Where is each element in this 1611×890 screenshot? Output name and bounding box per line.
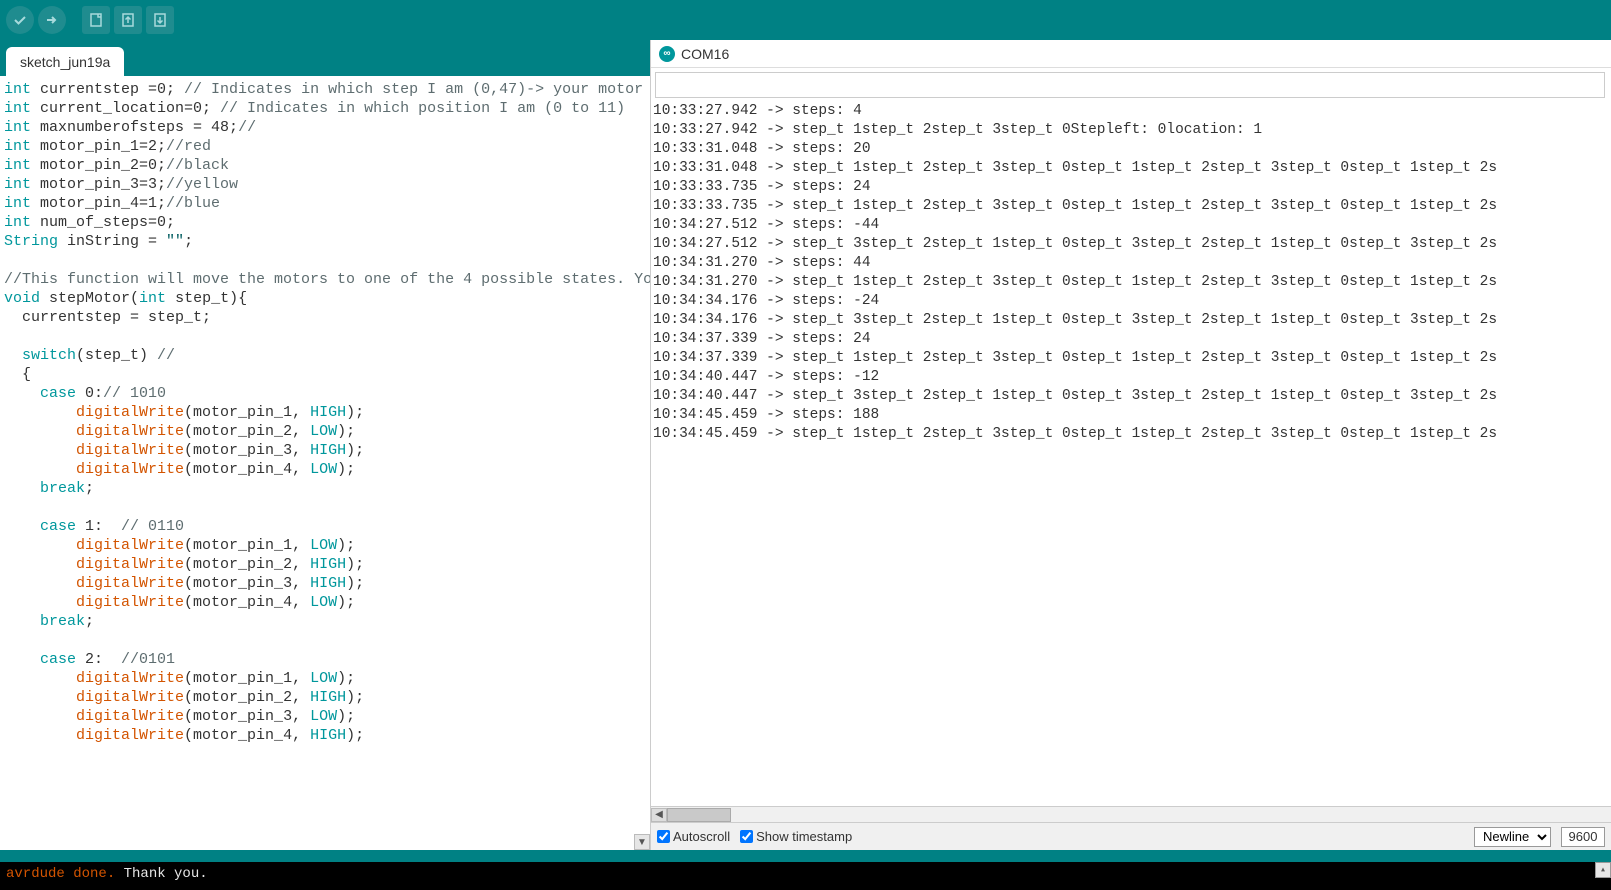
autoscroll-input[interactable] bbox=[657, 830, 670, 843]
new-sketch-button[interactable] bbox=[82, 6, 110, 34]
editor-pane: sketch_jun19a int currentstep =0; // Ind… bbox=[0, 40, 650, 850]
serial-send-input[interactable] bbox=[655, 72, 1605, 98]
verify-button[interactable] bbox=[6, 6, 34, 34]
line-ending-select[interactable]: Newline bbox=[1474, 827, 1551, 847]
status-bar bbox=[0, 850, 1611, 862]
serial-monitor-titlebar: ∞ COM16 bbox=[651, 40, 1611, 68]
timestamp-input[interactable] bbox=[740, 830, 753, 843]
autoscroll-checkbox[interactable]: Autoscroll bbox=[657, 829, 730, 844]
console-scroll-up[interactable]: ▴ bbox=[1595, 862, 1611, 878]
tab-bar: sketch_jun19a bbox=[0, 40, 650, 76]
serial-log[interactable]: 10:33:27.942 -> steps: 4 10:33:27.942 ->… bbox=[651, 102, 1611, 806]
upload-button[interactable] bbox=[38, 6, 66, 34]
baud-rate-select[interactable]: 9600 bbox=[1561, 827, 1605, 847]
serial-monitor-pane: ∞ COM16 10:33:27.942 -> steps: 4 10:33:2… bbox=[650, 40, 1611, 850]
serial-footer: Autoscroll Show timestamp Newline 9600 bbox=[651, 822, 1611, 850]
main-area: sketch_jun19a int currentstep =0; // Ind… bbox=[0, 40, 1611, 850]
arduino-icon: ∞ bbox=[659, 46, 675, 62]
autoscroll-label: Autoscroll bbox=[673, 829, 730, 844]
editor-wrap: int currentstep =0; // Indicates in whic… bbox=[0, 76, 650, 850]
editor-scroll-down[interactable]: ▼ bbox=[634, 834, 650, 850]
serial-hscrollbar[interactable]: ◀ bbox=[651, 806, 1611, 822]
open-sketch-button[interactable] bbox=[114, 6, 142, 34]
output-console[interactable]: avrdude done. Thank you. ▴ bbox=[0, 862, 1611, 890]
code-editor[interactable]: int currentstep =0; // Indicates in whic… bbox=[0, 76, 650, 850]
sketch-tab[interactable]: sketch_jun19a bbox=[6, 47, 124, 76]
hscroll-left[interactable]: ◀ bbox=[651, 808, 667, 822]
toolbar bbox=[0, 0, 1611, 40]
console-avrdude: avrdude done. bbox=[6, 866, 115, 882]
console-thankyou: Thank you. bbox=[115, 866, 207, 882]
serial-port-label: COM16 bbox=[681, 46, 729, 62]
timestamp-label: Show timestamp bbox=[756, 829, 852, 844]
save-sketch-button[interactable] bbox=[146, 6, 174, 34]
timestamp-checkbox[interactable]: Show timestamp bbox=[740, 829, 852, 844]
hscroll-thumb[interactable] bbox=[667, 808, 731, 822]
